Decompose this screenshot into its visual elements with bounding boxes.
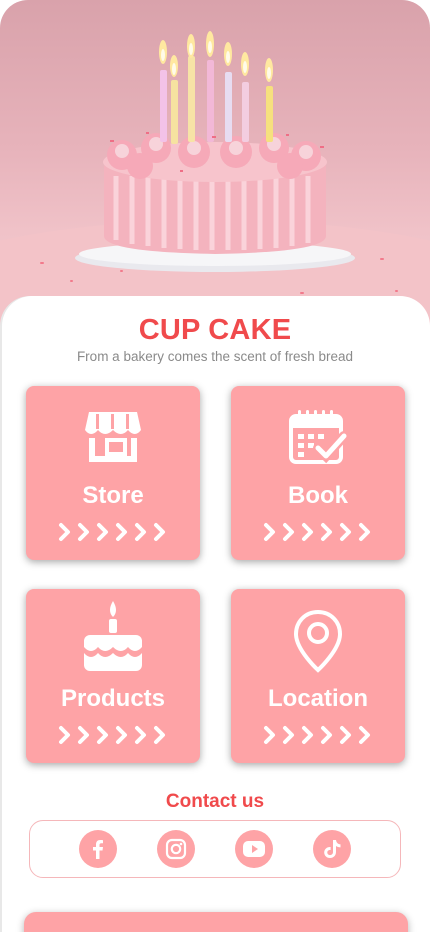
cake-icon	[84, 601, 142, 671]
book-button[interactable]: Book	[231, 386, 405, 560]
tiktok-icon	[324, 840, 341, 858]
social-links	[29, 820, 401, 878]
products-button[interactable]: Products	[26, 589, 200, 763]
contact-title: Contact us	[165, 791, 265, 812]
page-subtitle: From a bakery comes the scent of fresh b…	[76, 349, 354, 364]
store-button[interactable]: Store	[26, 386, 200, 560]
youtube-icon	[243, 841, 265, 857]
store-icon	[85, 412, 141, 462]
youtube-button[interactable]	[235, 830, 273, 868]
instagram-icon	[165, 838, 187, 860]
chevrons-icon	[59, 523, 165, 541]
hero-cake-image	[0, 0, 430, 330]
page-title: CUP CAKE	[138, 314, 292, 346]
tile-label-book: Book	[288, 482, 348, 509]
calendar-check-icon	[289, 410, 348, 464]
tile-label-products: Products	[60, 685, 165, 712]
instagram-button[interactable]	[157, 830, 195, 868]
bottom-tile[interactable]	[24, 912, 408, 932]
chevrons-icon	[264, 726, 370, 744]
tiktok-button[interactable]	[313, 830, 351, 868]
map-pin-icon	[293, 609, 343, 673]
chevrons-icon	[264, 523, 370, 541]
chevrons-icon	[59, 726, 165, 744]
facebook-button[interactable]	[79, 830, 117, 868]
tile-label-location: Location	[268, 685, 368, 712]
location-button[interactable]: Location	[231, 589, 405, 763]
tile-label-store: Store	[82, 482, 144, 509]
facebook-icon	[93, 840, 103, 859]
